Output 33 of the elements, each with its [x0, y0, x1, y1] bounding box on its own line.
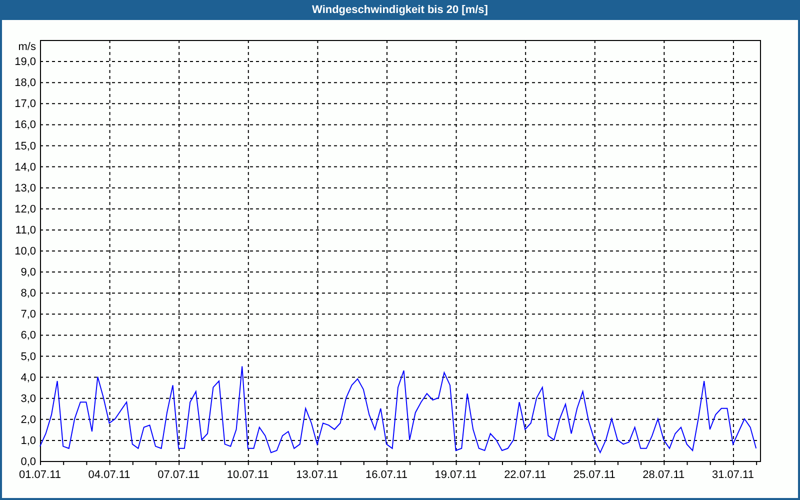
x-tick-label: 13.07.11 [296, 469, 338, 481]
x-tick-label: 28.07.11 [642, 469, 685, 481]
x-tick-label: 19.07.11 [434, 469, 477, 481]
y-axis-label: m/s [18, 41, 36, 53]
y-tick-label: 13,0 [14, 182, 36, 194]
x-tick-label: 04.07.11 [88, 469, 130, 481]
y-tick-label: 19,0 [14, 56, 36, 68]
y-tick-label: 14,0 [14, 161, 36, 174]
y-tick-label: 6,0 [20, 330, 36, 342]
y-tick-label: 4,0 [20, 372, 36, 384]
y-tick-label: 1,0 [20, 434, 36, 447]
y-tick-label: 15,0 [14, 140, 36, 152]
y-tick-label: 12,0 [14, 203, 36, 216]
x-tick-label: 07.07.11 [158, 469, 200, 481]
y-tick-label: 11,0 [15, 224, 36, 236]
y-tick-label: 5,0 [20, 350, 36, 363]
x-tick-label: 31.07.11 [712, 469, 754, 481]
y-tick-label: 2,0 [20, 414, 36, 426]
x-tick-label: 22.07.11 [504, 469, 546, 481]
y-tick-label: 3,0 [20, 392, 36, 405]
x-tick-label: 01.07.11 [19, 469, 61, 481]
y-tick-label: 7,0 [20, 308, 36, 321]
y-tick-label: 9,0 [20, 266, 36, 279]
window-title: Windgeschwindigkeit bis 20 [m/s] [312, 4, 488, 16]
x-tick-label: 10.07.11 [226, 469, 269, 481]
y-tick-label: 17,0 [14, 98, 36, 110]
x-tick-label: 16.07.11 [365, 469, 408, 481]
y-tick-label: 18,0 [14, 77, 36, 90]
y-tick-label: 16,0 [14, 119, 36, 132]
y-tick-label: 10,0 [14, 246, 36, 258]
y-tick-label: 8,0 [20, 288, 36, 300]
x-tick-label: 25.07.11 [573, 469, 616, 481]
y-tick-label: 0,0 [20, 456, 36, 468]
